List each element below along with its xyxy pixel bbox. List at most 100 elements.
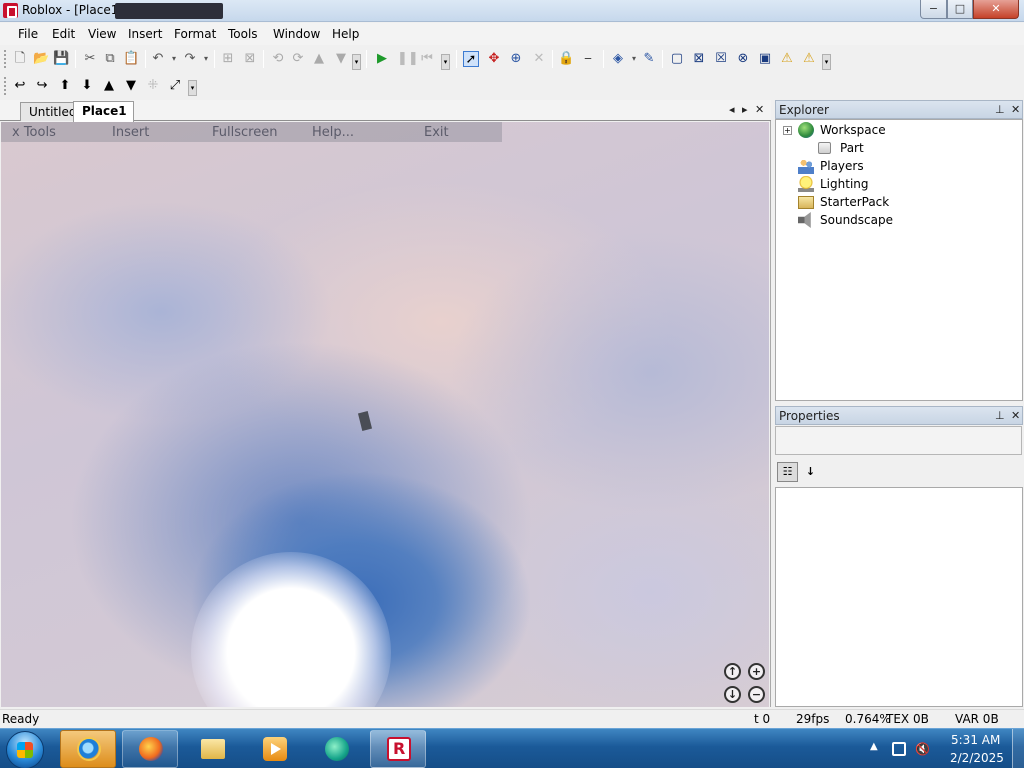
ingame-tools-button[interactable]: x Tools bbox=[12, 125, 56, 140]
camera-up-icon[interactable]: ↑ bbox=[724, 663, 741, 680]
menu-edit[interactable]: Edit bbox=[52, 27, 75, 41]
surface-glue-icon[interactable]: ⊠ bbox=[691, 51, 707, 67]
network-icon[interactable] bbox=[892, 742, 906, 756]
clock-date[interactable]: 2/2/2025 bbox=[950, 751, 1004, 765]
alphabetical-sort-icon[interactable]: ↓ bbox=[800, 462, 821, 482]
undo-icon[interactable]: ↶ bbox=[150, 51, 166, 67]
close-panel-icon[interactable]: ✕ bbox=[1011, 409, 1020, 422]
maximize-button[interactable]: □ bbox=[947, 0, 973, 19]
tab-place1[interactable]: Place1 bbox=[73, 101, 134, 122]
tree-label: Soundscape bbox=[820, 213, 893, 227]
anchor-icon[interactable]: ⎯ bbox=[580, 51, 596, 67]
menu-view[interactable]: View bbox=[88, 27, 116, 41]
menu-tools[interactable]: Tools bbox=[228, 27, 258, 41]
camera-zoom-in-icon[interactable]: ▲ bbox=[101, 78, 117, 94]
3d-viewport[interactable]: x Tools Insert Fullscreen Help... Exit ↑… bbox=[1, 122, 769, 707]
group-icon[interactable]: ⊞ bbox=[220, 51, 236, 67]
expand-workspace-icon[interactable]: + bbox=[783, 126, 792, 135]
cut-icon[interactable]: ✂ bbox=[82, 51, 98, 67]
tab-scroll-left-icon[interactable]: ◂ bbox=[729, 103, 735, 116]
move-down-icon[interactable]: ▼ bbox=[333, 51, 349, 67]
redo-dropdown-icon[interactable]: ▾ bbox=[198, 51, 214, 67]
taskbar-windows-media-player[interactable] bbox=[308, 730, 364, 768]
ingame-help-button[interactable]: Help... bbox=[312, 125, 354, 140]
camera-pan-right-icon[interactable]: ↪ bbox=[34, 78, 50, 94]
pin-icon[interactable]: ⊥ bbox=[995, 103, 1005, 116]
move-tool-icon[interactable]: ✥ bbox=[486, 51, 502, 67]
ingame-exit-button[interactable]: Exit bbox=[424, 125, 449, 140]
toolbar-overflow-dropdown[interactable]: ▾ bbox=[352, 54, 361, 70]
camera-pan-left-icon[interactable]: ↩ bbox=[12, 78, 28, 94]
undo-dropdown-icon[interactable]: ▾ bbox=[166, 51, 182, 67]
surface-motor-icon[interactable]: ⚠ bbox=[801, 51, 817, 67]
fill-color-icon[interactable]: ◈ bbox=[610, 51, 626, 67]
start-button[interactable] bbox=[6, 731, 44, 768]
volume-muted-icon[interactable]: 🔇 bbox=[915, 742, 930, 756]
open-folder-icon[interactable]: 📂 bbox=[33, 51, 49, 67]
fill-color-dropdown-icon[interactable]: ▾ bbox=[626, 51, 642, 67]
pause-icon[interactable]: ❚❚ bbox=[397, 51, 419, 67]
new-file-icon[interactable]: 🗋 bbox=[12, 51, 28, 67]
categorized-view-icon[interactable]: ☷ bbox=[777, 462, 798, 482]
show-desktop-button[interactable] bbox=[1012, 729, 1024, 768]
status-time: t 0 bbox=[754, 712, 771, 726]
camera-tilt-down-icon[interactable]: ⬇ bbox=[79, 78, 95, 94]
media-player-icon bbox=[263, 737, 287, 761]
ungroup-icon[interactable]: ⊠ bbox=[242, 51, 258, 67]
toolbar-overflow-dropdown[interactable]: ▾ bbox=[822, 54, 831, 70]
minimize-button[interactable]: − bbox=[920, 0, 947, 19]
toolbar-overflow-dropdown[interactable]: ▾ bbox=[188, 80, 197, 96]
save-icon[interactable]: 💾 bbox=[53, 51, 69, 67]
ingame-insert-button[interactable]: Insert bbox=[112, 125, 149, 140]
camera-zoom-out-icon[interactable]: − bbox=[748, 686, 765, 703]
properties-grid[interactable] bbox=[775, 487, 1023, 707]
ingame-fullscreen-button[interactable]: Fullscreen bbox=[212, 125, 277, 140]
taskbar-firefox[interactable] bbox=[122, 730, 178, 768]
menu-file[interactable]: File bbox=[18, 27, 38, 41]
copy-icon[interactable]: ⧉ bbox=[102, 51, 118, 67]
toolbar-grip[interactable] bbox=[4, 77, 7, 95]
reset-icon[interactable]: ⏮ bbox=[419, 51, 435, 67]
close-document-icon[interactable]: ✕ bbox=[755, 103, 764, 116]
camera-zoom-in-icon[interactable]: + bbox=[748, 663, 765, 680]
resize-tool-icon[interactable]: ⊕ bbox=[508, 51, 524, 67]
part-object[interactable] bbox=[357, 411, 373, 431]
material-brush-icon[interactable]: ✎ bbox=[641, 51, 657, 67]
surface-hinge-icon[interactable]: ⚠ bbox=[779, 51, 795, 67]
surface-smooth-icon[interactable]: ▢ bbox=[669, 51, 685, 67]
paste-icon[interactable]: 📋 bbox=[123, 51, 139, 67]
camera-look-at-icon[interactable]: ⁜ bbox=[145, 78, 161, 94]
select-arrow-icon[interactable]: ➚ bbox=[463, 51, 479, 67]
pin-icon[interactable]: ⊥ bbox=[995, 409, 1005, 422]
taskbar-file-explorer[interactable] bbox=[184, 730, 240, 768]
menu-insert[interactable]: Insert bbox=[128, 27, 162, 41]
toolbar-grip[interactable] bbox=[4, 50, 7, 68]
rotate-tool-icon[interactable]: ✕ bbox=[531, 51, 547, 67]
camera-down-icon[interactable]: ↓ bbox=[724, 686, 741, 703]
properties-object-field[interactable] bbox=[775, 426, 1022, 455]
taskbar-media-center[interactable] bbox=[246, 730, 302, 768]
surface-inlet-icon[interactable]: ▣ bbox=[757, 51, 773, 67]
clock-time[interactable]: 5:31 AM bbox=[951, 733, 1000, 747]
lock-icon[interactable]: 🔒 bbox=[558, 51, 574, 67]
rotate-right-icon[interactable]: ⟳ bbox=[290, 51, 306, 67]
surface-weld-icon[interactable]: ☒ bbox=[713, 51, 729, 67]
move-up-icon[interactable]: ▲ bbox=[311, 51, 327, 67]
toolbar-overflow-dropdown[interactable]: ▾ bbox=[441, 54, 450, 70]
camera-zoom-out-icon[interactable]: ▼ bbox=[123, 78, 139, 94]
camera-tilt-up-icon[interactable]: ⬆ bbox=[57, 78, 73, 94]
tab-scroll-right-icon[interactable]: ▸ bbox=[742, 103, 748, 116]
play-icon[interactable]: ▶ bbox=[374, 51, 390, 67]
redo-icon[interactable]: ↷ bbox=[182, 51, 198, 67]
close-panel-icon[interactable]: ✕ bbox=[1011, 103, 1020, 116]
surface-studs-icon[interactable]: ⊗ bbox=[735, 51, 751, 67]
close-button[interactable]: ✕ bbox=[973, 0, 1019, 19]
camera-zoom-extents-icon[interactable]: ⤢ bbox=[167, 78, 183, 94]
menu-format[interactable]: Format bbox=[174, 27, 216, 41]
menu-window[interactable]: Window bbox=[273, 27, 320, 41]
menu-help[interactable]: Help bbox=[332, 27, 359, 41]
taskbar-internet-explorer[interactable] bbox=[60, 730, 116, 768]
show-hidden-icons-icon[interactable]: ▲ bbox=[870, 741, 878, 752]
taskbar-roblox[interactable] bbox=[370, 730, 426, 768]
rotate-left-icon[interactable]: ⟲ bbox=[270, 51, 286, 67]
